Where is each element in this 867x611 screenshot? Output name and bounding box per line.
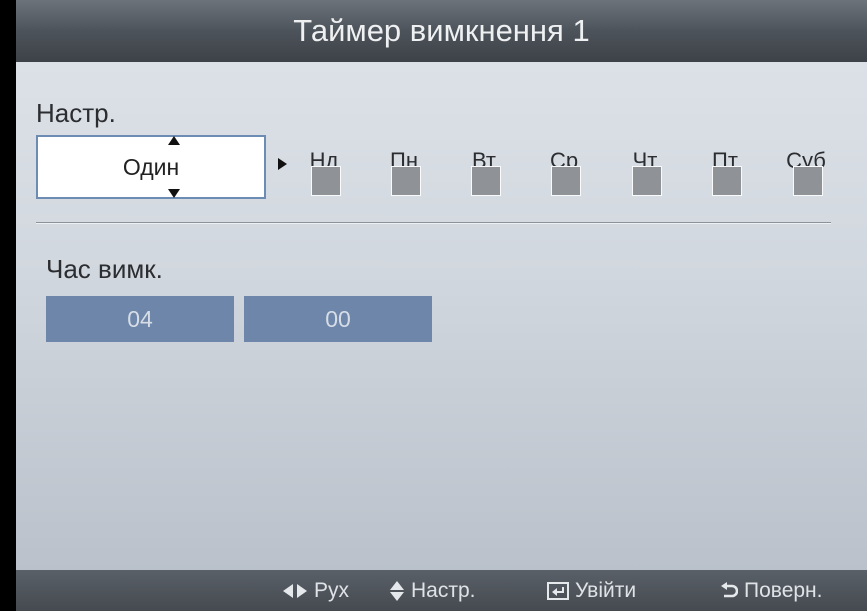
off-time-label: Час вимк. [46, 254, 163, 284]
minute-field[interactable]: 00 [244, 296, 432, 342]
enter-icon [547, 582, 569, 601]
up-down-arrows-icon [390, 581, 404, 602]
section-divider [36, 222, 831, 223]
repeat-label: Настр. [36, 98, 116, 128]
hint-back-label: Поверн. [744, 579, 823, 602]
hour-field[interactable]: 04 [46, 296, 234, 342]
day-checkbox-wed[interactable] [551, 166, 581, 196]
day-checkbox-fri[interactable] [712, 166, 742, 196]
hint-move-label: Рух [314, 579, 350, 602]
day-checkbox-mon[interactable] [391, 166, 421, 196]
hint-enter: Увійти [547, 570, 636, 611]
hint-adjust: Настр. [389, 570, 475, 611]
left-right-arrows-icon [283, 584, 307, 599]
arrow-right-icon [278, 158, 287, 170]
arrow-down-icon[interactable] [168, 189, 180, 198]
day-checkbox-sun[interactable] [311, 166, 341, 196]
hint-adjust-label: Настр. [411, 579, 476, 602]
hint-enter-label: Увійти [575, 579, 637, 602]
day-checkbox-sat[interactable] [793, 166, 823, 196]
repeat-selector[interactable]: Один [36, 135, 266, 199]
day-checkbox-tue[interactable] [471, 166, 501, 196]
day-checkbox-thu[interactable] [632, 166, 662, 196]
hint-move: Рух [282, 570, 349, 611]
return-icon [721, 582, 739, 598]
footer-hint-bar: Рух Настр. Увійти Поверн. [16, 570, 867, 611]
hint-back: Поверн. [720, 570, 822, 611]
repeat-value: Один [122, 154, 180, 180]
arrow-up-icon[interactable] [168, 136, 180, 145]
sleep-timer-dialog: Таймер вимкнення 1 Настр. Один Нд Пн Вт … [16, 0, 867, 611]
dialog-title: Таймер вимкнення 1 [16, 0, 867, 62]
